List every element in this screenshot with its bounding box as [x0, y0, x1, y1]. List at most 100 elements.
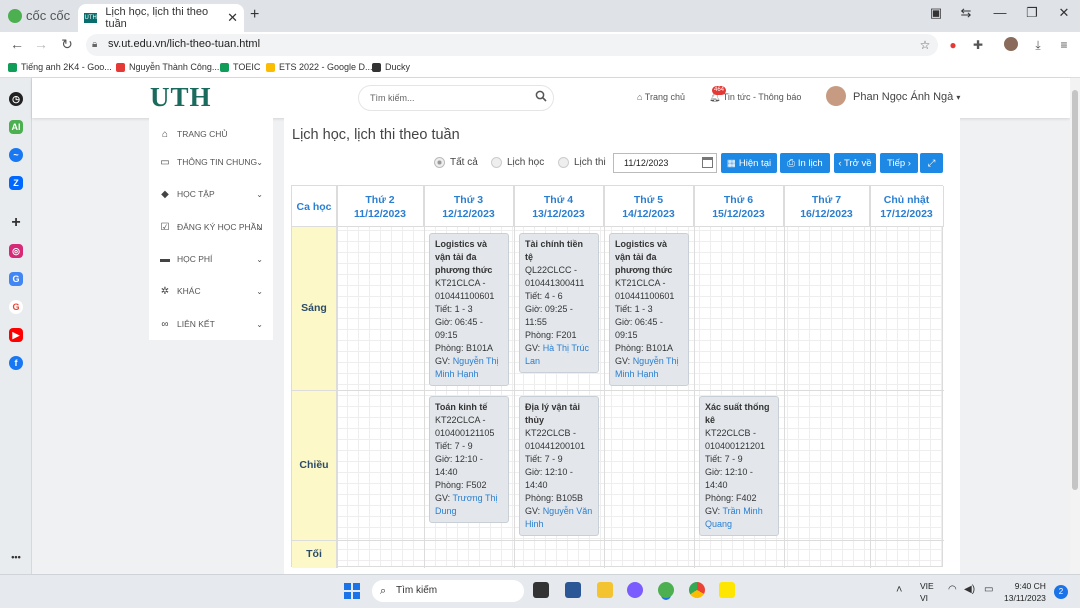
- home-link[interactable]: ⌂ Trang chủ: [637, 92, 685, 102]
- facebook-icon[interactable]: f: [9, 356, 23, 370]
- back-arrows-icon[interactable]: ⇆: [954, 5, 978, 21]
- scrollbar-thumb[interactable]: [1072, 90, 1078, 490]
- task-view-icon[interactable]: [533, 582, 549, 598]
- bookmark-star-icon[interactable]: ☆: [917, 38, 933, 52]
- day-date: 16/12/2023: [800, 208, 853, 220]
- class-card[interactable]: Xác suất thống kê KT22CLCB - 010400121201…: [699, 396, 779, 536]
- menu-item-5[interactable]: ▬ HỌC PHÍ ⌄: [149, 243, 273, 275]
- coccoc-app-icon[interactable]: [658, 582, 674, 598]
- tab-close-icon[interactable]: ✕: [227, 10, 238, 26]
- bookmark-item[interactable]: Tiếng anh 2K4 - Goo...: [8, 62, 112, 72]
- filter-label: Lịch thi: [574, 157, 606, 168]
- reload-icon[interactable]: ↻: [58, 36, 76, 53]
- ai-icon[interactable]: AI: [9, 120, 23, 134]
- menu-item-3[interactable]: ◆ HỌC TẬP ⌄: [149, 178, 273, 210]
- class-card[interactable]: Địa lý vận tải thủy KT22CLCB - 0104412001…: [519, 396, 599, 536]
- class-time: Giờ: 12:10 - 14:40: [435, 454, 483, 477]
- menu-item-4[interactable]: ☑ ĐĂNG KÝ HỌC PHẦN ⌄: [149, 211, 273, 243]
- bookmark-item[interactable]: ETS 2022 - Google D...: [266, 62, 373, 72]
- bookmark-item[interactable]: TOEIC: [220, 62, 260, 72]
- wifi-icon[interactable]: ◠: [948, 584, 957, 595]
- download-icon[interactable]: ⤓: [1030, 38, 1046, 53]
- user-avatar[interactable]: [826, 86, 846, 106]
- youtube-icon[interactable]: ▶: [9, 328, 23, 342]
- minimize-icon[interactable]: —: [988, 5, 1012, 20]
- notification-badge[interactable]: 2: [1054, 585, 1068, 599]
- adblock-icon[interactable]: ●: [945, 38, 961, 52]
- bookmark-icon: [266, 62, 275, 72]
- class-title: Địa lý vận tải thủy: [525, 402, 581, 425]
- news-label: Tin tức - Thông báo: [722, 92, 802, 102]
- class-card[interactable]: Logistics và vận tải đa phương thức KT21C…: [609, 233, 689, 386]
- user-name: Phan Ngọc Ánh Ngà: [853, 91, 954, 103]
- bookmark-item[interactable]: Nguyễn Thành Công...: [116, 62, 219, 72]
- messenger-app-icon[interactable]: [627, 582, 643, 598]
- class-card[interactable]: Logistics và vận tải đa phương thức KT21C…: [429, 233, 509, 386]
- file-explorer-icon[interactable]: [597, 582, 613, 598]
- menu-icon[interactable]: ≡: [1056, 38, 1072, 52]
- instagram-icon[interactable]: ◎: [9, 244, 23, 258]
- class-card[interactable]: Tài chính tiền tệ QL22CLCC - 010441300411…: [519, 233, 599, 373]
- menu-item-label: THÔNG TIN CHUNG: [177, 157, 258, 167]
- messenger-icon[interactable]: ~: [9, 148, 23, 162]
- current-week-button[interactable]: ▦ Hiện tại: [721, 153, 777, 173]
- class-card[interactable]: Toán kinh tế KT22CLCA - 010400121105 Tiết:…: [429, 396, 509, 523]
- add-app-icon[interactable]: +: [9, 215, 23, 231]
- uth-logo[interactable]: UTH: [150, 82, 212, 113]
- extensions-icon[interactable]: ✚: [970, 38, 986, 52]
- chrome-app-icon[interactable]: [689, 582, 705, 598]
- browser-logo[interactable]: cốc cốc: [8, 8, 70, 23]
- filter-class-radio[interactable]: Lịch học: [491, 157, 544, 168]
- search-icon[interactable]: [535, 90, 547, 102]
- menu-item-2[interactable]: ▭ THÔNG TIN CHUNG ⌄: [149, 146, 273, 178]
- filter-all-radio[interactable]: Tất cả: [434, 157, 478, 168]
- language-indicator[interactable]: VIE VI: [920, 580, 934, 604]
- close-window-icon[interactable]: ✕: [1052, 5, 1076, 21]
- zalo-icon[interactable]: Z: [9, 176, 23, 190]
- url-field[interactable]: 🔒︎ sv.ut.edu.vn/lich-theo-tuan.html: [86, 34, 938, 56]
- browser-tab[interactable]: UTH Lịch học, lịch thi theo tuần ✕: [78, 4, 244, 32]
- menu-item-6[interactable]: ✲ KHÁC ⌄: [149, 275, 273, 307]
- menu-item-label: TRANG CHỦ: [177, 129, 228, 139]
- back-icon[interactable]: ←: [8, 36, 26, 52]
- chevron-up-icon[interactable]: ˄: [896, 584, 902, 596]
- radio-icon: [434, 157, 445, 168]
- battery-icon[interactable]: ▭: [984, 584, 993, 595]
- store-icon[interactable]: [565, 582, 581, 598]
- uth-favicon-icon: UTH: [84, 13, 98, 23]
- taskbar-search[interactable]: ⌕ Tìm kiếm: [372, 580, 524, 602]
- windows-start-icon[interactable]: [344, 583, 360, 599]
- search-input[interactable]: Tìm kiếm...: [358, 85, 554, 111]
- url-text: sv.ut.edu.vn/lich-theo-tuan.html: [108, 38, 261, 50]
- taskbar-clock[interactable]: 9:40 CH 13/11/2023: [1004, 580, 1046, 604]
- menu-item-7[interactable]: ∞ LIÊN KẾT ⌄: [149, 308, 273, 340]
- class-teacher: GV: Hà Thị Trúc Lan: [525, 342, 593, 368]
- forward-icon[interactable]: →: [32, 36, 50, 52]
- chevron-down-icon: ⌄: [256, 254, 263, 264]
- new-tab-icon[interactable]: +: [250, 6, 259, 24]
- class-time: Giờ: 06:45 - 09:15: [615, 317, 663, 340]
- translate-icon[interactable]: G: [9, 272, 23, 286]
- more-icon[interactable]: •••: [9, 550, 23, 564]
- user-menu[interactable]: Phan Ngọc Ánh Ngà ▾: [853, 91, 960, 103]
- class-time: Giờ: 09:25 - 11:55: [525, 304, 573, 327]
- next-week-button[interactable]: Tiếp ›: [880, 153, 918, 173]
- print-button[interactable]: ⎙ In lịch: [780, 153, 830, 173]
- profile-avatar-icon[interactable]: [1004, 37, 1018, 51]
- chevron-down-icon: ⌄: [256, 286, 263, 296]
- day-date: 17/12/2023: [880, 208, 933, 220]
- volume-icon[interactable]: ◀): [964, 584, 975, 595]
- radio-icon: [491, 157, 502, 168]
- calendar-icon[interactable]: [702, 157, 713, 168]
- filter-exam-radio[interactable]: Lịch thi: [558, 157, 606, 168]
- google-icon[interactable]: G: [9, 300, 23, 314]
- sticky-notes-icon[interactable]: [719, 582, 735, 598]
- history-icon[interactable]: ◷: [9, 92, 23, 106]
- tab-search-icon[interactable]: ▣: [924, 5, 948, 21]
- previous-week-button[interactable]: ‹ Trở về: [834, 153, 876, 173]
- date-field[interactable]: 11/12/2023: [613, 153, 717, 173]
- fullscreen-button[interactable]: ⤢: [920, 153, 943, 173]
- bookmark-label: Ducky: [385, 62, 411, 72]
- maximize-icon[interactable]: ❐: [1020, 5, 1044, 21]
- bookmark-item[interactable]: Ducky: [372, 62, 410, 72]
